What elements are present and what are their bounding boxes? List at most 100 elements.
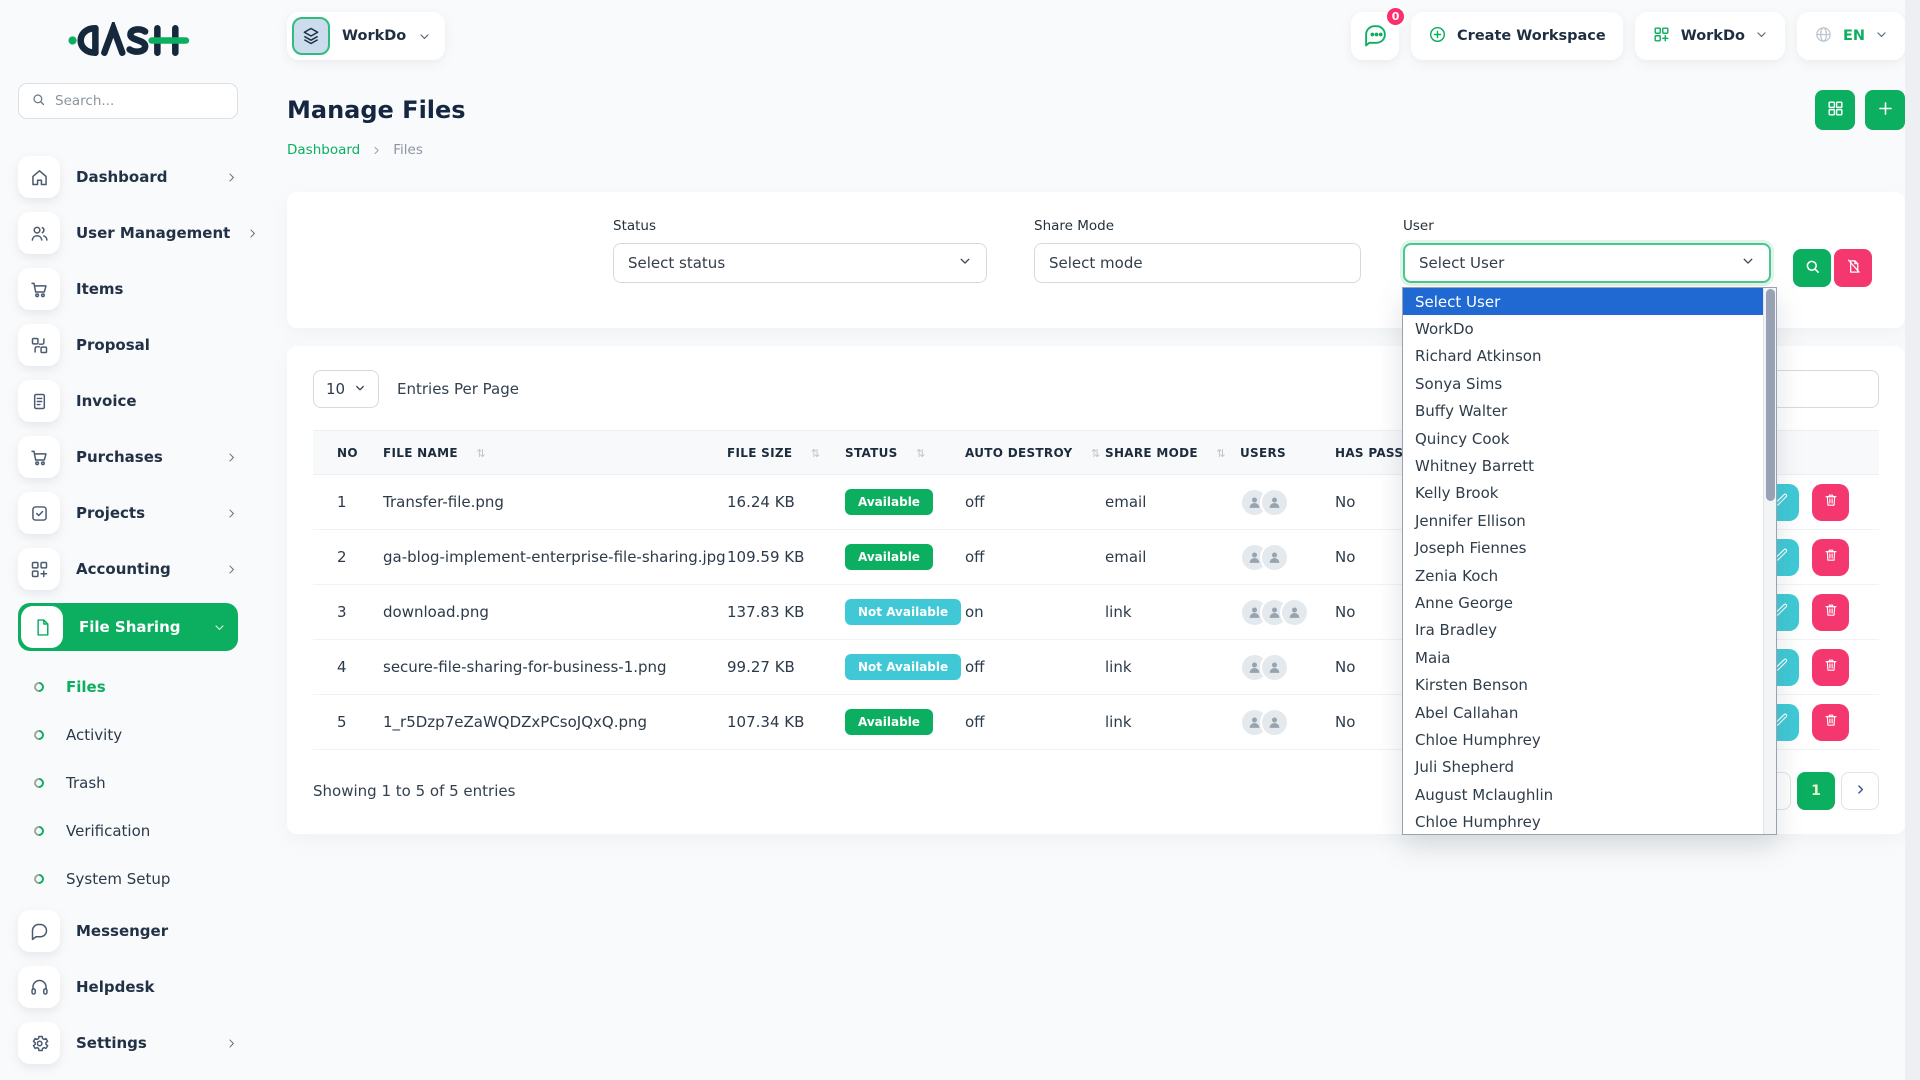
sidebar-item-proposal[interactable]: Proposal (18, 323, 238, 367)
brand-logo[interactable] (66, 22, 238, 63)
user-option[interactable]: Ira Bradley (1403, 617, 1763, 644)
status-filter-select[interactable]: Select status (613, 243, 987, 283)
delete-file-button[interactable] (1812, 484, 1849, 521)
user-option[interactable]: Quincy Cook (1403, 425, 1763, 452)
sidebar-item-accounting[interactable]: Accounting (18, 547, 238, 591)
sidebar-search[interactable]: Search... (18, 83, 238, 119)
share-mode-filter-group: Share Mode Select mode (1034, 218, 1361, 283)
delete-file-button[interactable] (1812, 704, 1849, 741)
sidebar-item-user-management[interactable]: User Management (18, 211, 238, 255)
submenu-item-files[interactable]: Files (34, 663, 238, 711)
pagination-next-button[interactable] (1841, 772, 1879, 810)
user-filter-select[interactable]: Select User (1403, 243, 1771, 283)
grid-view-button[interactable] (1815, 90, 1855, 130)
sidebar-item-label: Accounting (76, 560, 209, 578)
search-placeholder: Search... (55, 93, 114, 109)
submenu-item-system-setup[interactable]: System Setup (34, 855, 238, 903)
cell-auto-destroy: off (965, 695, 1105, 750)
dropdown-scrollbar-thumb[interactable] (1766, 289, 1775, 501)
column-header-file-size[interactable]: FILE SIZE ⇅ (727, 431, 845, 475)
page-actions (1815, 90, 1905, 130)
sidebar-item-projects[interactable]: Projects (18, 491, 238, 535)
share-mode-filter-select[interactable]: Select mode (1034, 243, 1361, 283)
user-option[interactable]: Juli Shepherd (1403, 754, 1763, 781)
user-option[interactable]: Zenia Koch (1403, 562, 1763, 589)
sidebar-item-settings[interactable]: Settings (18, 1021, 238, 1065)
delete-file-button[interactable] (1812, 539, 1849, 576)
dropdown-scrollbar[interactable] (1763, 288, 1776, 834)
user-option[interactable]: Kirsten Benson (1403, 671, 1763, 698)
chat-icon (18, 910, 60, 952)
invoice-icon (18, 380, 60, 422)
add-file-button[interactable] (1865, 90, 1905, 130)
submenu-item-activity[interactable]: Activity (34, 711, 238, 759)
submenu-item-label: System Setup (66, 870, 170, 888)
workspace-chip[interactable]: WorkDo (287, 12, 445, 60)
cell-status: Available (845, 530, 965, 585)
breadcrumb-current: Files (393, 142, 423, 158)
user-option[interactable]: WorkDo (1403, 315, 1763, 342)
column-header-auto-destroy[interactable]: AUTO DESTROY ⇅ (965, 431, 1105, 475)
workspace-menu-button[interactable]: WorkDo (1635, 12, 1785, 60)
sort-icon[interactable]: ⇅ (811, 447, 821, 460)
chevron-right-icon (246, 227, 259, 240)
sort-icon[interactable]: ⇅ (476, 447, 486, 460)
user-option[interactable]: Jennifer Ellison (1403, 507, 1763, 534)
reset-filter-button[interactable] (1834, 249, 1872, 287)
column-header-file-name[interactable]: FILE NAME ⇅ (383, 431, 727, 475)
language-selector[interactable]: EN (1797, 12, 1905, 60)
delete-file-button[interactable] (1812, 594, 1849, 631)
breadcrumb: Dashboard Files (287, 142, 1905, 158)
user-avatar (1280, 598, 1309, 627)
trash-icon (1823, 657, 1839, 677)
sort-icon[interactable]: ⇅ (916, 447, 926, 460)
chevron-down-icon (1875, 28, 1888, 45)
user-option[interactable]: Sonya Sims (1403, 370, 1763, 397)
user-option[interactable]: Chloe Humphrey (1403, 726, 1763, 753)
page-header: Manage Files (287, 90, 1905, 130)
create-workspace-button[interactable]: Create Workspace (1411, 12, 1623, 60)
status-badge: Not Available (845, 599, 961, 625)
cell-users (1240, 695, 1335, 750)
pagination-page-1[interactable]: 1 (1797, 772, 1835, 810)
submenu-item-label: Trash (66, 774, 106, 792)
cell-users (1240, 585, 1335, 640)
sidebar-item-items[interactable]: Items (18, 267, 238, 311)
sidebar-item-purchases[interactable]: Purchases (18, 435, 238, 479)
bullet-icon (32, 776, 46, 790)
user-option[interactable]: Buffy Walter (1403, 398, 1763, 425)
user-option[interactable]: Select User (1403, 288, 1763, 315)
submenu-item-verification[interactable]: Verification (34, 807, 238, 855)
messages-button[interactable]: 0 (1351, 12, 1399, 60)
user-option[interactable]: Whitney Barrett (1403, 452, 1763, 479)
sidebar-item-dashboard[interactable]: Dashboard (18, 155, 238, 199)
sort-icon[interactable]: ⇅ (1216, 447, 1226, 460)
user-option[interactable]: Joseph Fiennes (1403, 535, 1763, 562)
file-sharing-submenu: Files Activity Trash Verification System… (18, 659, 238, 909)
sidebar-item-messenger[interactable]: Messenger (18, 909, 238, 953)
user-option[interactable]: Abel Callahan (1403, 699, 1763, 726)
column-header-status[interactable]: STATUS ⇅ (845, 431, 965, 475)
submenu-item-trash[interactable]: Trash (34, 759, 238, 807)
sidebar-item-invoice[interactable]: Invoice (18, 379, 238, 423)
sidebar-item-helpdesk[interactable]: Helpdesk (18, 965, 238, 1009)
cell-no: 2 (313, 530, 383, 585)
user-option[interactable]: August Mclaughlin (1403, 781, 1763, 808)
entries-per-page-select[interactable]: 10 (313, 370, 379, 408)
cell-no: 3 (313, 585, 383, 640)
cell-auto-destroy: off (965, 640, 1105, 695)
breadcrumb-dashboard-link[interactable]: Dashboard (287, 142, 360, 158)
sidebar-item-file-sharing[interactable]: File Sharing (18, 603, 238, 651)
user-option[interactable]: Maia (1403, 644, 1763, 671)
column-header-share-mode[interactable]: SHARE MODE ⇅ (1105, 431, 1240, 475)
sort-icon[interactable]: ⇅ (1091, 447, 1101, 460)
page-scrollbar[interactable] (1905, 0, 1920, 1080)
user-option[interactable]: Kelly Brook (1403, 480, 1763, 507)
apply-filter-button[interactable] (1793, 249, 1831, 287)
user-option[interactable]: Richard Atkinson (1403, 343, 1763, 370)
chat-bubble-icon (1363, 22, 1388, 51)
cell-no: 1 (313, 475, 383, 530)
user-option[interactable]: Anne George (1403, 589, 1763, 616)
delete-file-button[interactable] (1812, 649, 1849, 686)
user-option[interactable]: Chloe Humphrey (1403, 808, 1763, 834)
